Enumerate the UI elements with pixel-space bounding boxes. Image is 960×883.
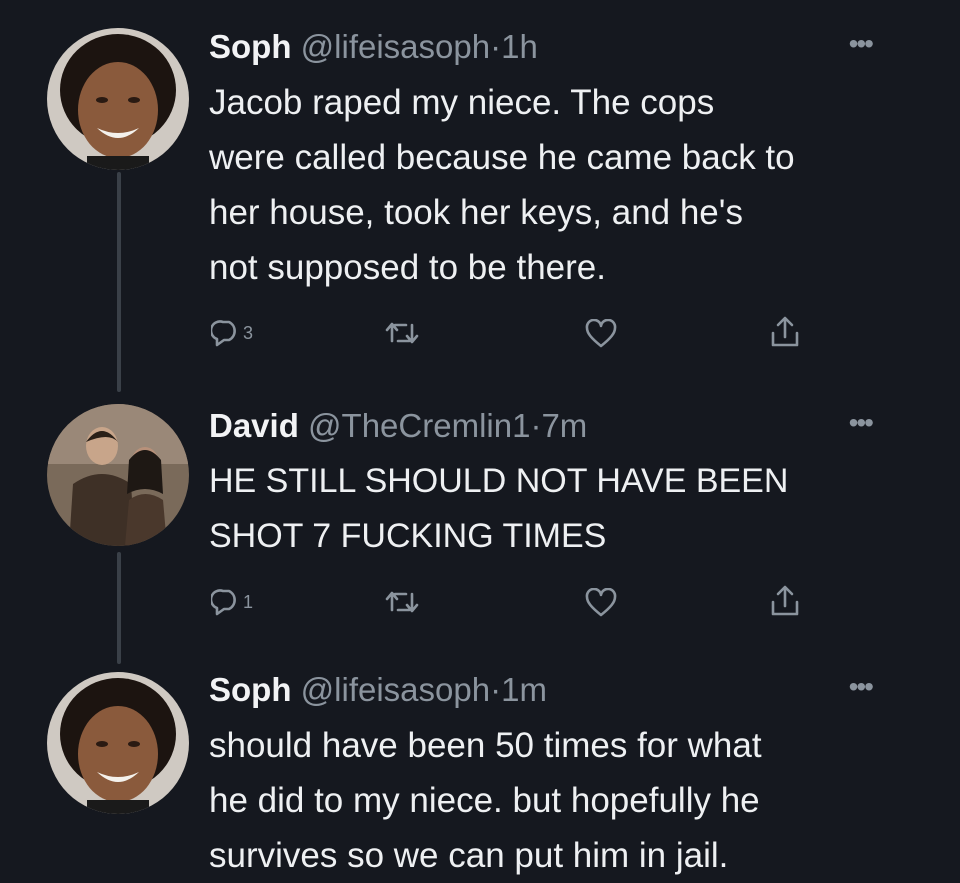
- timestamp[interactable]: 1m: [501, 671, 547, 708]
- tweet-text-line: survives so we can put him in jail.: [209, 836, 729, 875]
- retweet-icon: [385, 322, 419, 344]
- share-button[interactable]: [769, 315, 801, 349]
- retweet-icon: [385, 591, 419, 613]
- retweet-button[interactable]: [385, 319, 419, 347]
- share-button[interactable]: [769, 584, 801, 618]
- user-handle[interactable]: @TheCremlin1: [308, 407, 530, 444]
- tweet[interactable]: Soph @lifeisasoph·1m ••• should have bee…: [0, 662, 960, 878]
- tweet-text-line: SHOT 7 FUCKING TIMES: [209, 517, 607, 555]
- reply-count: 1: [243, 591, 254, 612]
- reply-icon: [211, 320, 236, 347]
- display-name[interactable]: Soph: [209, 28, 291, 65]
- like-button[interactable]: [585, 588, 617, 618]
- retweet-button[interactable]: [385, 588, 419, 616]
- share-icon: [771, 585, 799, 616]
- more-options-icon[interactable]: •••: [849, 408, 874, 438]
- tweet-text-line: he did to my niece. but hopefully he: [209, 781, 760, 820]
- woman-smiling-avatar-icon: [47, 672, 189, 814]
- couple-photo-avatar-icon: [47, 404, 189, 546]
- separator: ·: [530, 407, 542, 444]
- avatar[interactable]: [47, 28, 189, 170]
- separator: ·: [490, 671, 502, 708]
- tweet-header: David @TheCremlin1·7m: [209, 406, 920, 446]
- tweet-actions: 3: [209, 313, 829, 357]
- like-button[interactable]: [585, 319, 617, 349]
- reply-button[interactable]: 3: [211, 319, 253, 347]
- tweet-header: Soph @lifeisasoph·1h: [209, 27, 920, 67]
- reply-count: 3: [243, 322, 254, 343]
- tweet-text-line: not supposed to be there.: [209, 248, 606, 287]
- tweet[interactable]: David @TheCremlin1·7m ••• HE STILL SHOUL…: [0, 400, 960, 662]
- tweet-text-line: Jacob raped my niece. The cops: [209, 83, 715, 122]
- display-name[interactable]: David: [209, 407, 299, 444]
- woman-smiling-avatar-icon: [47, 28, 189, 170]
- avatar[interactable]: [47, 672, 189, 814]
- reply-button[interactable]: 1: [211, 588, 253, 616]
- timestamp[interactable]: 7m: [541, 407, 587, 444]
- display-name[interactable]: Soph: [209, 671, 291, 708]
- tweet-header: Soph @lifeisasoph·1m: [209, 670, 920, 710]
- tweet[interactable]: Soph @lifeisasoph·1h ••• Jacob raped my …: [0, 0, 960, 400]
- tweet-text-line: HE STILL SHOULD NOT HAVE BEEN: [209, 462, 789, 500]
- tweet-text: Jacob raped my niece. The cops were call…: [209, 75, 920, 295]
- tweet-text: should have been 50 times for what he di…: [209, 718, 920, 883]
- timestamp[interactable]: 1h: [501, 28, 538, 65]
- tweet-text-line: should have been 50 times for what: [209, 726, 762, 765]
- heart-icon: [585, 319, 617, 348]
- avatar[interactable]: [47, 404, 189, 546]
- tweet-text-line: her house, took her keys, and he's: [209, 193, 743, 232]
- tweet-actions: 1: [209, 582, 829, 626]
- user-handle[interactable]: @lifeisasoph: [301, 28, 490, 65]
- more-options-icon[interactable]: •••: [849, 29, 874, 59]
- heart-icon: [585, 588, 617, 617]
- tweet-text: HE STILL SHOULD NOT HAVE BEEN SHOT 7 FUC…: [209, 454, 920, 564]
- user-handle[interactable]: @lifeisasoph: [301, 671, 490, 708]
- more-options-icon[interactable]: •••: [849, 672, 874, 702]
- tweet-text-line: were called because he came back to: [209, 138, 795, 177]
- reply-icon: [211, 589, 236, 616]
- separator: ·: [490, 28, 502, 65]
- share-icon: [771, 316, 799, 347]
